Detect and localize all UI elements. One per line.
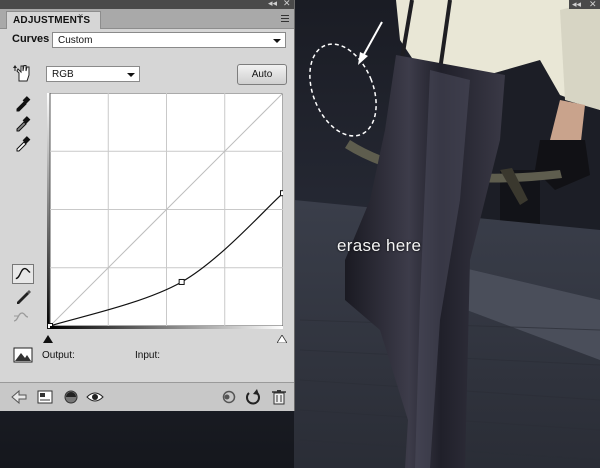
clip-to-layer-icon[interactable] [62, 388, 80, 406]
white-point-slider[interactable] [277, 335, 287, 343]
auto-button[interactable]: Auto [237, 64, 287, 85]
input-label: Input: [135, 350, 161, 361]
curves-label: Curves [12, 33, 50, 45]
erase-here-annotation: erase here [337, 236, 422, 255]
edit-points-curve-icon[interactable] [12, 264, 34, 284]
reset-icon[interactable] [244, 388, 262, 406]
expanded-view-icon[interactable] [36, 388, 54, 406]
close-panel-icon[interactable]: ✕ [283, 0, 291, 9]
back-arrow-icon[interactable] [10, 388, 28, 406]
panel-bottom-toolbar [0, 382, 294, 411]
collapse-icon[interactable]: ◂◂ [572, 0, 581, 9]
close-icon[interactable]: ✕ [589, 0, 597, 9]
trash-icon[interactable] [270, 388, 288, 406]
tab-adjustments[interactable]: ADJUSTMENTS [6, 11, 102, 29]
black-point-slider[interactable] [43, 335, 53, 343]
panel-menu-icon[interactable] [278, 12, 290, 24]
chevron-down-icon [127, 73, 135, 77]
draw-pencil-icon[interactable] [14, 287, 32, 305]
chevron-down-icon [273, 39, 281, 43]
channel-dropdown[interactable]: RGB [46, 66, 140, 82]
curve-control-point[interactable] [280, 190, 284, 197]
eyedropper-gray-icon[interactable] [14, 114, 32, 132]
on-image-adjust-icon[interactable] [13, 64, 33, 82]
channel-value: RGB [52, 69, 74, 80]
panel-title-bar: ◂◂ ✕ [0, 0, 294, 9]
preset-value: Custom [58, 35, 93, 46]
tab-close-icon[interactable]: × [78, 11, 83, 21]
eyedropper-white-icon[interactable] [14, 134, 32, 152]
eye-icon[interactable] [86, 388, 104, 406]
curves-graph[interactable] [47, 93, 283, 329]
curve-control-point[interactable] [178, 278, 185, 285]
collapse-panel-icon[interactable]: ◂◂ [268, 0, 277, 9]
show-clipping-icon[interactable] [13, 347, 33, 363]
panel-tab-strip: ADJUSTMENTS × [0, 9, 294, 29]
output-label: Output: [42, 350, 75, 361]
input-gradient-bar [50, 326, 283, 329]
smooth-curve-icon[interactable] [12, 307, 30, 325]
preset-dropdown[interactable]: Custom [52, 32, 286, 48]
adjustments-panel: ◂◂ ✕ ADJUSTMENTS × Curves Custom RGB Aut… [0, 0, 295, 411]
window-controls: ◂◂ ✕ [569, 0, 600, 9]
previous-state-icon[interactable] [220, 388, 238, 406]
eyedropper-black-icon[interactable] [14, 94, 32, 112]
